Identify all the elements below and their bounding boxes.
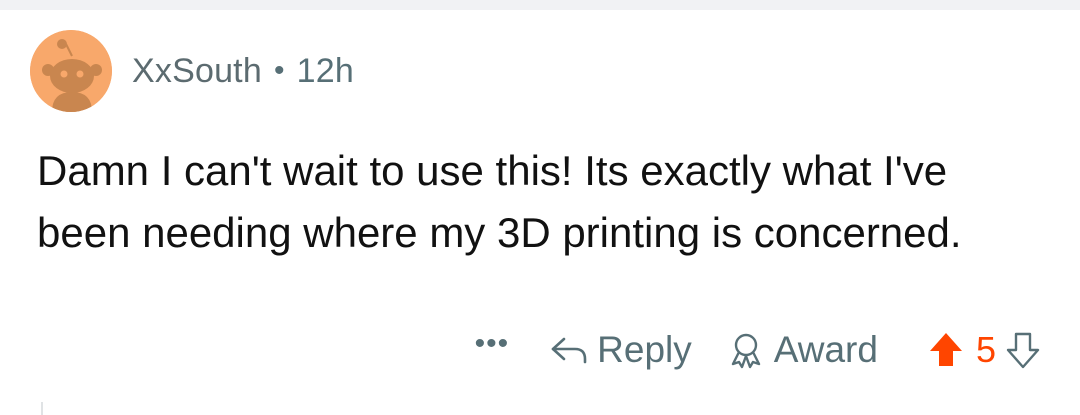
downvote-arrow-icon: [1006, 332, 1040, 369]
username-link[interactable]: XxSouth: [132, 52, 262, 91]
snoo-avatar-icon[interactable]: [30, 30, 112, 112]
downvote-button[interactable]: [1006, 330, 1040, 370]
award-button[interactable]: Award: [726, 329, 878, 371]
comment-timestamp: 12h: [296, 51, 354, 90]
reply-arrow-icon: [551, 337, 587, 364]
upvote-arrow-icon: [929, 333, 962, 366]
more-options-icon: •••: [474, 327, 510, 360]
award-label: Award: [773, 329, 878, 370]
top-divider-strip: [0, 0, 1080, 10]
meta-separator: •: [273, 54, 285, 87]
upvote-button[interactable]: [928, 330, 964, 370]
thread-line: [41, 402, 43, 415]
comment-actions: ••• Reply Award 5: [475, 327, 1040, 372]
vote-controls: 5: [928, 329, 1040, 371]
comment-card: XxSouth • 12h Damn I can't wait to use t…: [0, 10, 1080, 415]
reply-label: Reply: [597, 329, 692, 370]
vote-count: 5: [975, 329, 996, 370]
comment-body: Damn I can't wait to use this! Its exact…: [37, 147, 962, 256]
reply-button[interactable]: Reply: [549, 329, 692, 371]
more-options-button[interactable]: •••: [475, 327, 510, 361]
comment-meta: XxSouth • 12h: [132, 52, 354, 91]
award-ribbon-icon: [731, 333, 760, 369]
comment-header: XxSouth • 12h: [30, 30, 354, 112]
